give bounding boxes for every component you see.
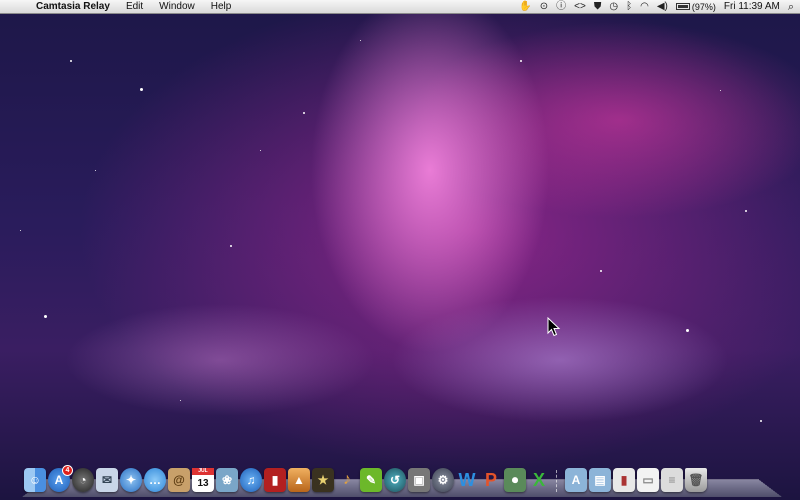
menu-clock[interactable]: Fri 11:39 AM (724, 1, 780, 12)
star (20, 230, 21, 231)
dock-separator (556, 470, 559, 492)
menu-extras: ✋ ⊙ ⓘ <> ⛊ ◷ ᛒ ◠ ◀) (97%) Fri 11:39 AM ⌕ (519, 0, 800, 14)
finder-icon[interactable]: ☺ (24, 468, 46, 492)
alert-icon[interactable]: ⓘ (556, 0, 566, 14)
star (180, 400, 181, 401)
ical-icon[interactable]: JUL 13 (192, 468, 214, 492)
menu-bar: Camtasia Relay Edit Window Help ✋ ⊙ ⓘ <>… (0, 0, 800, 14)
code-icon[interactable]: <> (574, 0, 586, 14)
itunes-icon[interactable]: ♫ (240, 468, 262, 492)
ical-day: 13 (197, 477, 209, 489)
ichat-icon[interactable]: … (144, 468, 166, 492)
powerpoint-icon[interactable]: P (480, 468, 502, 492)
iphoto-library-icon[interactable]: ▲ (288, 468, 310, 492)
imovie-icon[interactable]: ★ (312, 468, 334, 492)
word-icon[interactable]: W (456, 468, 478, 492)
ical-month: JUL (192, 468, 214, 475)
star (230, 245, 232, 247)
system-preferences-icon[interactable]: ⚙ (432, 468, 454, 492)
dashboard-icon[interactable]: ◔ (72, 468, 94, 492)
volume-icon[interactable]: ◀) (657, 0, 668, 14)
spotlight-search-icon[interactable]: ⌕ (788, 0, 794, 14)
mouse-cursor-icon (547, 317, 561, 337)
star (520, 60, 522, 62)
files-stack-icon[interactable]: ≡ (661, 468, 683, 492)
camtasia-relay-icon[interactable]: ▣ (408, 468, 430, 492)
hand-icon[interactable]: ✋ (519, 0, 531, 14)
downloads-stack-icon[interactable]: ▮ (613, 468, 635, 492)
star (44, 315, 47, 318)
menu-help[interactable]: Help (203, 0, 240, 14)
app-store-icon[interactable]: A4 (48, 465, 73, 492)
star (720, 90, 721, 91)
menu-window[interactable]: Window (151, 0, 203, 14)
battery-icon (675, 3, 690, 10)
trash-icon[interactable]: 🗑 (685, 468, 707, 492)
star (360, 40, 361, 41)
photo-booth-icon[interactable]: ▮ (264, 468, 286, 492)
battery-percent: (97%) (691, 1, 716, 12)
star (70, 60, 72, 62)
relay-recorder-icon[interactable]: ⏺ (504, 468, 526, 492)
garageband-icon[interactable]: ♪ (336, 468, 358, 492)
battery-status[interactable]: (97%) (675, 1, 716, 12)
star (303, 112, 305, 114)
screenshots-stack-icon[interactable]: ▭ (637, 468, 659, 492)
documents-folder-icon[interactable]: ▤ (589, 468, 611, 492)
time-machine-icon[interactable]: ◷ (609, 0, 618, 14)
menu-app-name[interactable]: Camtasia Relay (28, 0, 118, 14)
star (95, 170, 96, 171)
time-machine-icon[interactable]: ↺ (384, 468, 406, 492)
wifi-icon[interactable]: ◠ (640, 0, 649, 14)
excel-icon[interactable]: X (528, 468, 550, 492)
evernote-icon[interactable]: ✎ (360, 468, 382, 492)
address-book-icon[interactable]: @ (168, 468, 190, 492)
star (745, 210, 747, 212)
star (600, 270, 602, 272)
star (686, 329, 689, 332)
safari-icon[interactable]: ✦ (120, 468, 142, 492)
applications-folder-icon[interactable]: A (565, 468, 587, 492)
shield-icon[interactable]: ⛊ (594, 0, 602, 14)
app-store-badge: 4 (62, 465, 73, 476)
star (260, 150, 261, 151)
dock: ☺ A4 ◔ ✉ ✦ … @ JUL 13 ❀ ♫ ▮ ▲ ★ ♪ ✎ ↺ ▣ … (24, 462, 780, 492)
star (140, 88, 143, 91)
microphone-icon[interactable]: ⊙ (540, 0, 548, 14)
mail-stamp-icon[interactable]: ✉ (96, 468, 118, 492)
iphoto-icon[interactable]: ❀ (216, 468, 238, 492)
menu-edit[interactable]: Edit (118, 0, 151, 14)
bluetooth-icon[interactable]: ᛒ (626, 0, 632, 14)
star (760, 420, 762, 422)
wallpaper-stars (0, 0, 800, 500)
